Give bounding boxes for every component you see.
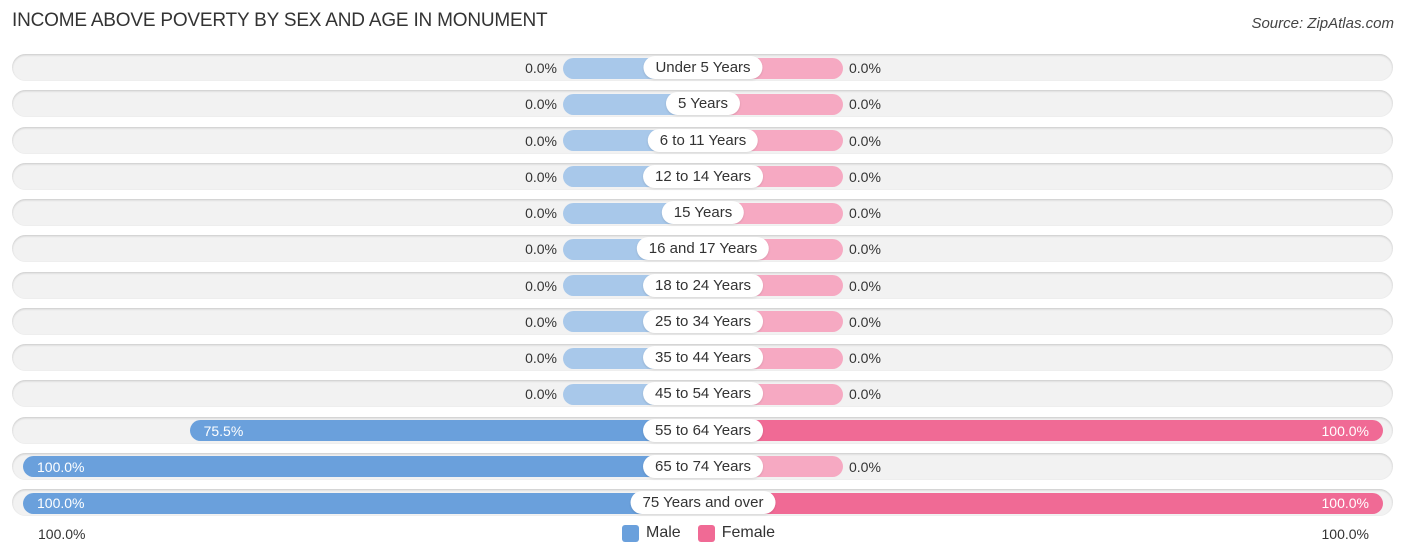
value-label-female: 0.0%: [849, 168, 881, 185]
category-label: 18 to 24 Years: [643, 273, 763, 297]
axis-label-left: 100.0%: [38, 526, 86, 542]
value-label-male: 0.0%: [525, 277, 557, 294]
legend-swatch-male: [622, 524, 639, 542]
value-label-male: 0.0%: [525, 168, 557, 185]
category-label: 6 to 11 Years: [647, 128, 759, 152]
value-label-male: 0.0%: [525, 386, 557, 403]
value-label-male: 0.0%: [525, 313, 557, 330]
legend-label-male: Male: [646, 524, 681, 541]
value-label-female: 0.0%: [849, 205, 881, 221]
bar-female[interactable]: [703, 492, 1383, 514]
category-label: 12 to 14 Years: [643, 164, 763, 188]
legend-item-male[interactable]: Male: [622, 524, 681, 542]
value-label-female: 0.0%: [849, 386, 881, 403]
category-label: 65 to 74 Years: [643, 454, 763, 478]
value-label-female: 0.0%: [849, 277, 881, 294]
value-label-male: 0.0%: [525, 132, 557, 149]
value-label-male: 75.5%: [203, 422, 244, 439]
value-label-female: 0.0%: [849, 458, 881, 475]
category-label: 15 Years: [661, 201, 745, 224]
value-label-male: 100.0%: [37, 458, 85, 475]
value-label-female: 0.0%: [849, 96, 881, 113]
category-label: 45 to 54 Years: [643, 382, 763, 406]
category-label: 25 to 34 Years: [643, 309, 763, 333]
value-label-male: 0.0%: [525, 96, 557, 113]
value-label-female: 100.0%: [1321, 422, 1369, 439]
axis-label-right: 100.0%: [1321, 526, 1369, 542]
value-label-male: 0.0%: [525, 60, 557, 76]
bar-male[interactable]: [23, 492, 703, 514]
category-label: 75 Years and over: [630, 491, 776, 514]
bar-female[interactable]: [703, 420, 1383, 441]
category-label: Under 5 Years: [643, 56, 763, 79]
value-label-female: 0.0%: [849, 60, 881, 76]
value-label-female: 0.0%: [849, 350, 881, 366]
category-label: 5 Years: [665, 92, 741, 116]
value-label-male: 0.0%: [525, 350, 557, 366]
legend-item-female[interactable]: Female: [697, 524, 776, 542]
value-label-male: 100.0%: [37, 495, 85, 511]
legend: Male Female: [622, 524, 792, 542]
legend-label-female: Female: [721, 524, 776, 541]
bar-male[interactable]: [189, 420, 703, 441]
category-label: 35 to 44 Years: [643, 346, 763, 369]
value-label-female: 0.0%: [849, 132, 881, 149]
value-label-female: 0.0%: [849, 313, 881, 330]
bar-male[interactable]: [23, 456, 703, 478]
value-label-female: 100.0%: [1321, 495, 1369, 511]
category-label: 55 to 64 Years: [643, 418, 763, 442]
chart-area: 0.0% 0.0% Under 5 Years 0.0% 0.0% 5 Years 0.0%…: [0, 0, 1406, 559]
value-label-female: 0.0%: [849, 241, 881, 258]
category-label: 16 and 17 Years: [636, 237, 770, 261]
value-label-male: 0.0%: [525, 205, 557, 221]
legend-swatch-female: [697, 524, 715, 542]
value-label-male: 0.0%: [525, 241, 557, 258]
